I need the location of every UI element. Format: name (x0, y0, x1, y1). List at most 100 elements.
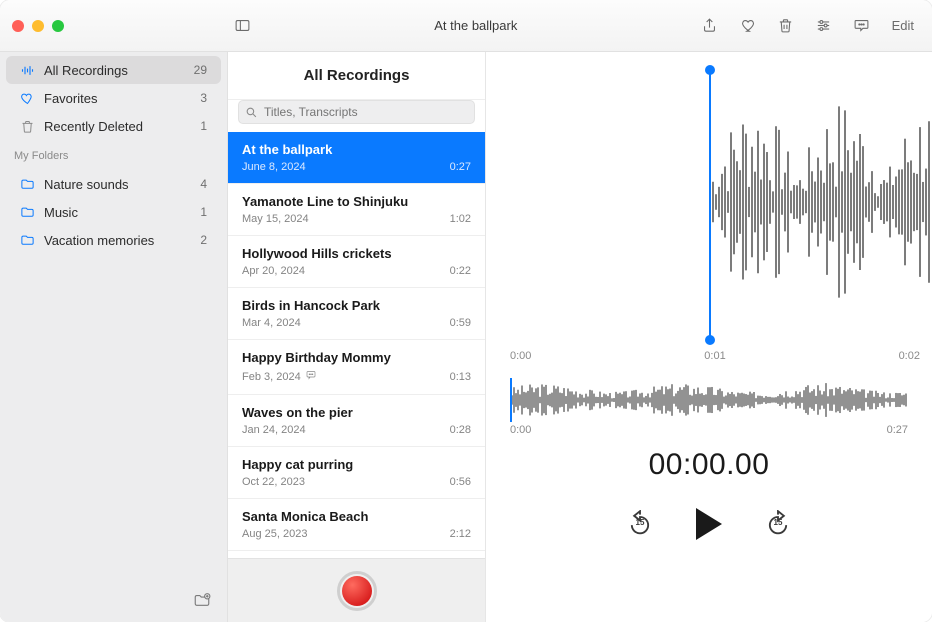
sidebar-item[interactable]: Recently Deleted1 (6, 112, 221, 140)
overview-end: 0:27 (887, 424, 908, 436)
sidebar-item[interactable]: Favorites3 (6, 84, 221, 112)
heart-icon (18, 91, 36, 106)
skip-back-button[interactable]: 15 (626, 510, 654, 538)
recording-length: 0:56 (450, 476, 471, 488)
recording-title: Happy cat purring (242, 457, 471, 472)
recording-item[interactable]: Waves on the pierJan 24, 20240:28 (228, 395, 485, 447)
close-icon[interactable] (12, 20, 24, 32)
recording-length: 0:22 (450, 265, 471, 277)
recording-item[interactable]: Yamanote Line to ShinjukuMay 15, 20241:0… (228, 184, 485, 236)
toolbar-left (0, 20, 228, 32)
sidebar-item[interactable]: All Recordings29 (6, 56, 221, 84)
sidebar-item-count: 1 (200, 205, 207, 219)
time-ruler: 0:00 0:01 0:02 (510, 350, 920, 362)
sidebar-item-count: 29 (194, 63, 207, 77)
sidebar-folders-list: Nature sounds4Music1Vacation memories2 (0, 166, 227, 254)
recording-length: 0:59 (450, 317, 471, 329)
sidebar-item-count: 4 (200, 177, 207, 191)
sidebar-smart-list: All Recordings29Favorites3Recently Delet… (0, 52, 227, 140)
recording-date: Apr 20, 2024 (242, 265, 450, 277)
settings-button[interactable] (810, 14, 838, 38)
recording-length: 1:02 (450, 213, 471, 225)
recording-date: Jan 24, 2024 (242, 424, 450, 436)
waveform-overview[interactable]: 0:00 0:27 (486, 370, 932, 442)
favorite-button[interactable] (734, 14, 762, 38)
maximize-icon[interactable] (52, 20, 64, 32)
search-icon (245, 106, 258, 119)
recording-title: Hollywood Hills crickets (242, 246, 471, 261)
recording-item[interactable]: Santa Monica BeachAug 25, 20232:12 (228, 499, 485, 551)
playback-controls: 15 15 (486, 482, 932, 566)
sidebar-item-label: Vacation memories (44, 233, 200, 248)
body: All Recordings29Favorites3Recently Delet… (0, 52, 932, 622)
sidebar-item-count: 1 (200, 119, 207, 133)
folder-icon (18, 177, 36, 192)
waveform-top-svg (486, 52, 932, 370)
minimize-icon[interactable] (32, 20, 44, 32)
recordings-header: All Recordings (228, 52, 485, 100)
sidebar-folder[interactable]: Vacation memories2 (6, 226, 221, 254)
sidebar-folder[interactable]: Nature sounds4 (6, 170, 221, 198)
recording-item[interactable]: Hollywood Hills crickets Apr 20, 20240:22 (228, 236, 485, 288)
sidebar: All Recordings29Favorites3Recently Delet… (0, 52, 228, 622)
sidebar-item-count: 2 (200, 233, 207, 247)
ruler-tick: 0:02 (899, 350, 920, 362)
recordings-column: All Recordings At the ballpark June 8, 20… (228, 52, 486, 622)
transcript-badge-icon (305, 369, 317, 384)
sidebar-item-label: All Recordings (44, 63, 194, 78)
sidebar-folder[interactable]: Music1 (6, 198, 221, 226)
recording-date: May 15, 2024 (242, 213, 450, 225)
skip-forward-label: 15 (764, 518, 792, 527)
transcript-button[interactable] (848, 14, 876, 38)
recording-item[interactable]: Happy Birthday MommyFeb 3, 20240:13 (228, 340, 485, 395)
recording-title: Santa Monica Beach (242, 509, 471, 524)
edit-button[interactable]: Edit (886, 16, 920, 35)
overview-track[interactable] (510, 380, 908, 420)
sidebar-item-label: Favorites (44, 91, 200, 106)
sidebar-folders-header: My Folders (0, 140, 227, 166)
toolbar-right: Edit (696, 14, 932, 38)
recording-date: Aug 25, 2023 (242, 528, 450, 540)
sidebar-item-count: 3 (200, 91, 207, 105)
skip-forward-button[interactable]: 15 (764, 510, 792, 538)
recording-item[interactable]: Special songAug 25, 20230:15 (228, 551, 485, 558)
recording-item[interactable]: Happy cat purring Oct 22, 20230:56 (228, 447, 485, 499)
recording-title: At the ballpark (242, 142, 471, 157)
detail-column: 0:00 0:01 0:02 0:00 0:27 00:00.00 (486, 52, 932, 622)
folder-icon (18, 205, 36, 220)
sidebar-footer (0, 582, 227, 622)
recording-item[interactable]: Birds in Hancock Park Mar 4, 20240:59 (228, 288, 485, 340)
ruler-tick: 0:01 (704, 350, 725, 362)
record-icon (342, 576, 372, 606)
app-window: At the ballpark Edit All Recordings29 (0, 0, 932, 622)
trash-icon (18, 119, 36, 134)
toggle-sidebar-button[interactable] (228, 14, 256, 38)
recording-title: Birds in Hancock Park (242, 298, 471, 313)
overview-times: 0:00 0:27 (510, 424, 908, 436)
playhead[interactable] (510, 378, 512, 422)
recording-length: 0:13 (450, 371, 471, 383)
window-controls (12, 20, 64, 32)
share-button[interactable] (696, 14, 724, 38)
recording-date: Mar 4, 2024 (242, 317, 450, 329)
search-input[interactable] (264, 105, 468, 119)
overview-start: 0:00 (510, 424, 531, 436)
recording-length: 0:28 (450, 424, 471, 436)
timer: 00:00.00 (486, 448, 932, 482)
recording-date: Oct 22, 2023 (242, 476, 450, 488)
recordings-list[interactable]: At the ballpark June 8, 20240:27 Yamanote … (228, 132, 485, 558)
waveform-editor[interactable]: 0:00 0:01 0:02 (486, 52, 932, 370)
search-wrap (228, 100, 485, 132)
recording-date: June 8, 2024 (242, 161, 450, 173)
sidebar-item-label: Music (44, 205, 200, 220)
toolbar-middle: At the ballpark (228, 14, 696, 38)
waveform-icon (18, 63, 36, 78)
search-field[interactable] (238, 100, 475, 124)
recording-item[interactable]: At the ballpark June 8, 20240:27 (228, 132, 485, 184)
folder-icon (18, 233, 36, 248)
recording-length: 0:27 (450, 161, 471, 173)
delete-button[interactable] (772, 14, 800, 38)
new-folder-button[interactable] (193, 592, 211, 613)
record-button[interactable] (337, 571, 377, 611)
play-button[interactable] (696, 508, 722, 540)
